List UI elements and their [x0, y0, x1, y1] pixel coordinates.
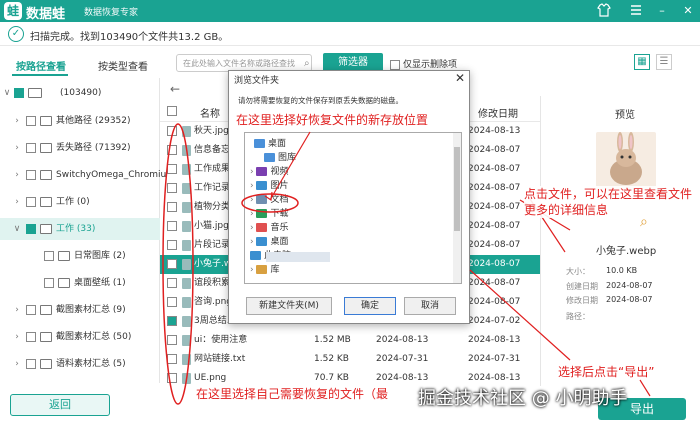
annotation-arrow-export	[639, 379, 651, 397]
annotation-arrow-list	[469, 269, 571, 361]
annotation-arrow-dialog	[269, 131, 311, 201]
annotation-ellipse-documents	[241, 193, 299, 213]
annotation-list-tip: 在这里选择自己需要恢复的文件（最	[196, 387, 389, 401]
annotation-preview-tip: 点击文件，可以在这里查看文件更多的详细信息	[524, 186, 694, 218]
annotation-export-tip: 选择后点击“导出”	[558, 365, 655, 379]
watermark: 掘金技术社区 @ 小明助手	[418, 388, 628, 409]
annotation-ellipse-checkboxes	[162, 123, 194, 405]
annotation-dialog-tip: 在这里选择好恢复文件的新存放位置	[236, 112, 464, 128]
